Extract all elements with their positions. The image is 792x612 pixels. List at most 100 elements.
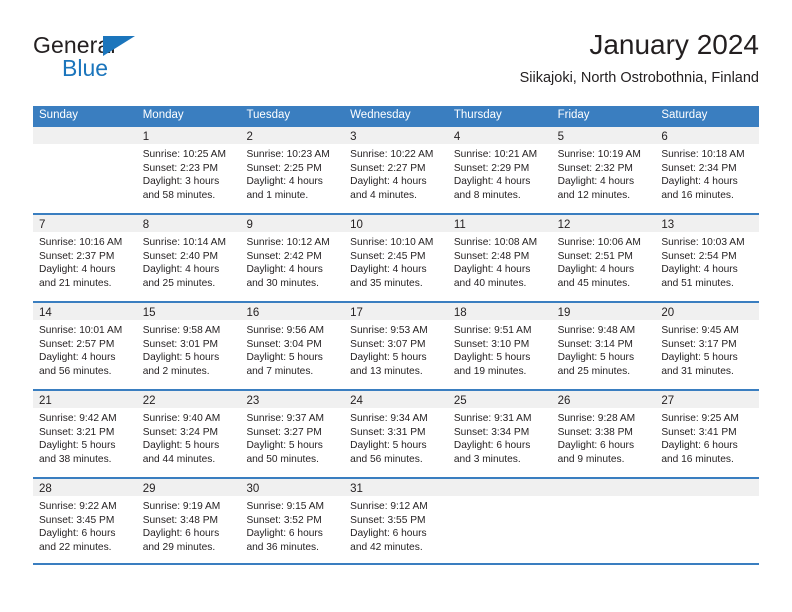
- sunrise-text: Sunrise: 9:22 AM: [39, 501, 117, 512]
- sunrise-text: Sunrise: 9:56 AM: [246, 325, 325, 336]
- day-number-band: 14: [33, 303, 137, 320]
- day-number: 1: [142, 131, 150, 143]
- day-cell-12[interactable]: 12 Sunrise: 10:06 AM Sunset: 2:51 PM Daylig…: [551, 215, 656, 301]
- daylight-text: Daylight: 5 hours: [246, 352, 323, 364]
- day-number: 15: [142, 307, 156, 319]
- day-number-band: 8: [136, 215, 241, 232]
- daylight-text: and 42 minutes.: [350, 541, 423, 553]
- day-details: Sunrise: 10:01 AM Sunset: 2:57 PM Daylight…: [33, 320, 137, 378]
- day-number-band: 10: [344, 215, 448, 232]
- day-number: 9: [246, 219, 253, 231]
- daylight-text: Daylight: 4 hours: [453, 264, 531, 276]
- day-cell-27[interactable]: 27 Sunrise: 9:25 AM Sunset: 3:41 PM Dayligh…: [655, 391, 760, 477]
- day-cell-25[interactable]: 25 Sunrise: 9:31 AM Sunset: 3:34 PM Dayligh…: [447, 391, 552, 477]
- logo-triangle-icon: [103, 36, 135, 56]
- day-number-band: [655, 479, 760, 496]
- daylight-text: and 30 minutes.: [246, 277, 319, 289]
- day-cell-13[interactable]: 13 Sunrise: 10:03 AM Sunset: 2:54 PM Daylig…: [655, 215, 760, 301]
- daylight-text: Daylight: 4 hours: [661, 264, 738, 276]
- day-cell-4[interactable]: 4 Sunrise: 10:21 AM Sunset: 2:29 PM Dayligh…: [447, 127, 552, 213]
- daylight-text: and 25 minutes.: [557, 365, 631, 377]
- day-details: Sunrise: 9:37 AM Sunset: 3:27 PM Daylight:…: [240, 408, 344, 466]
- sunset-text: Sunset: 2:23 PM: [142, 162, 219, 174]
- day-number-band: 2: [240, 127, 345, 144]
- daylight-text: Daylight: 4 hours: [557, 264, 635, 276]
- daylight-text: and 8 minutes.: [453, 189, 521, 201]
- day-cell-3[interactable]: 3 Sunrise: 10:22 AM Sunset: 2:27 PM Dayligh…: [344, 127, 448, 213]
- day-details: [33, 144, 137, 148]
- sunrise-text: Sunrise: 9:53 AM: [350, 325, 428, 336]
- day-cell-17[interactable]: 17 Sunrise: 9:53 AM Sunset: 3:07 PM Dayligh…: [344, 303, 448, 389]
- day-cell-2[interactable]: 2 Sunrise: 10:23 AM Sunset: 2:25 PM Dayligh…: [240, 127, 345, 213]
- day-number: 20: [661, 307, 675, 319]
- page-subtitle: Siikajoki, North Ostrobothnia, Finland: [519, 70, 759, 86]
- day-details: [655, 496, 759, 500]
- day-details: Sunrise: 10:25 AM Sunset: 2:23 PM Daylight…: [137, 144, 241, 202]
- calendar-week-row: 1 Sunrise: 10:25 AM Sunset: 2:23 PM Dayligh…: [33, 125, 760, 213]
- day-cell-30[interactable]: 30 Sunrise: 9:15 AM Sunset: 3:52 PM Dayligh…: [240, 479, 345, 563]
- day-cell-15[interactable]: 15 Sunrise: 9:58 AM Sunset: 3:01 PM Dayligh…: [136, 303, 241, 389]
- sunrise-text: Sunrise: 10:23 AM: [246, 149, 330, 160]
- sunset-text: Sunset: 2:42 PM: [246, 250, 322, 262]
- day-number-band: 9: [240, 215, 345, 232]
- sunset-text: Sunset: 3:31 PM: [350, 426, 426, 438]
- daylight-text: and 56 minutes.: [350, 453, 423, 465]
- sunrise-text: Sunrise: 9:51 AM: [453, 325, 532, 336]
- day-cell-26[interactable]: 26 Sunrise: 9:28 AM Sunset: 3:38 PM Dayligh…: [551, 391, 656, 477]
- daylight-text: Daylight: 5 hours: [661, 352, 738, 364]
- sunrise-text: Sunrise: 9:40 AM: [142, 413, 221, 424]
- sunrise-text: Sunrise: 10:16 AM: [39, 237, 123, 248]
- day-details: Sunrise: 10:08 AM Sunset: 2:48 PM Daylight…: [448, 232, 552, 290]
- day-cell-7[interactable]: 7 Sunrise: 10:16 AM Sunset: 2:37 PM Dayligh…: [33, 215, 137, 301]
- logo-text-blue: Blue: [62, 55, 109, 81]
- daylight-text: and 45 minutes.: [557, 277, 631, 289]
- daylight-text: and 7 minutes.: [246, 365, 314, 377]
- weekday-header-sunday: Sunday: [39, 109, 79, 121]
- day-cell-18[interactable]: 18 Sunrise: 9:51 AM Sunset: 3:10 PM Dayligh…: [447, 303, 552, 389]
- sunset-text: Sunset: 3:10 PM: [453, 338, 530, 350]
- sunset-text: Sunset: 2:54 PM: [661, 250, 737, 262]
- day-number: 21: [39, 395, 52, 407]
- day-cell-14[interactable]: 14 Sunrise: 10:01 AM Sunset: 2:57 PM Daylig…: [33, 303, 137, 389]
- sunrise-text: Sunrise: 9:15 AM: [246, 501, 325, 512]
- day-cell-29[interactable]: 29 Sunrise: 9:19 AM Sunset: 3:48 PM Dayligh…: [136, 479, 241, 563]
- calendar-week-row: 7 Sunrise: 10:16 AM Sunset: 2:37 PM Dayligh…: [33, 213, 760, 301]
- daylight-text: and 44 minutes.: [142, 453, 216, 465]
- day-cell-8[interactable]: 8 Sunrise: 10:14 AM Sunset: 2:40 PM Dayligh…: [136, 215, 241, 301]
- day-cell-31[interactable]: 31 Sunrise: 9:12 AM Sunset: 3:55 PM Dayligh…: [344, 479, 448, 563]
- day-cell-5[interactable]: 5 Sunrise: 10:19 AM Sunset: 2:32 PM Dayligh…: [551, 127, 656, 213]
- day-details: Sunrise: 9:19 AM Sunset: 3:48 PM Daylight:…: [137, 496, 241, 554]
- day-number-band: 25: [447, 391, 552, 408]
- daylight-text: Daylight: 6 hours: [142, 528, 220, 540]
- daylight-text: Daylight: 5 hours: [350, 352, 427, 364]
- day-cell-28[interactable]: 28 Sunrise: 9:22 AM Sunset: 3:45 PM Dayligh…: [33, 479, 137, 563]
- day-number-band: 29: [136, 479, 241, 496]
- day-cell-16[interactable]: 16 Sunrise: 9:56 AM Sunset: 3:04 PM Dayligh…: [240, 303, 345, 389]
- day-cell-6[interactable]: 6 Sunrise: 10:18 AM Sunset: 2:34 PM Dayligh…: [655, 127, 760, 213]
- sunrise-text: Sunrise: 10:21 AM: [453, 149, 538, 160]
- weekday-header-friday: Friday: [557, 109, 590, 121]
- day-cell-24[interactable]: 24 Sunrise: 9:34 AM Sunset: 3:31 PM Dayligh…: [344, 391, 448, 477]
- day-cell-20[interactable]: 20 Sunrise: 9:45 AM Sunset: 3:17 PM Dayligh…: [655, 303, 760, 389]
- day-details: [448, 496, 552, 500]
- day-cell-21[interactable]: 21 Sunrise: 9:42 AM Sunset: 3:21 PM Dayligh…: [33, 391, 137, 477]
- day-number-band: 19: [551, 303, 656, 320]
- sunrise-text: Sunrise: 9:34 AM: [350, 413, 428, 424]
- daylight-text: and 16 minutes.: [661, 453, 734, 465]
- day-cell-1[interactable]: 1 Sunrise: 10:25 AM Sunset: 2:23 PM Dayligh…: [136, 127, 241, 213]
- day-cell-11[interactable]: 11 Sunrise: 10:08 AM Sunset: 2:48 PM Daylig…: [447, 215, 552, 301]
- day-cell-22[interactable]: 22 Sunrise: 9:40 AM Sunset: 3:24 PM Dayligh…: [136, 391, 241, 477]
- day-details: Sunrise: 10:16 AM Sunset: 2:37 PM Daylight…: [33, 232, 137, 290]
- day-cell-empty: [33, 127, 137, 213]
- day-cell-23[interactable]: 23 Sunrise: 9:37 AM Sunset: 3:27 PM Dayligh…: [240, 391, 345, 477]
- sunset-text: Sunset: 3:17 PM: [661, 338, 737, 350]
- sunrise-text: Sunrise: 10:06 AM: [557, 237, 641, 248]
- day-cell-9[interactable]: 9 Sunrise: 10:12 AM Sunset: 2:42 PM Dayligh…: [240, 215, 345, 301]
- sunset-text: Sunset: 3:45 PM: [39, 514, 115, 526]
- day-details: Sunrise: 9:22 AM Sunset: 3:45 PM Daylight:…: [33, 496, 137, 554]
- sunrise-text: Sunrise: 9:37 AM: [246, 413, 325, 424]
- day-number: 29: [142, 483, 156, 495]
- sunrise-text: Sunrise: 10:10 AM: [350, 237, 434, 248]
- day-cell-10[interactable]: 10 Sunrise: 10:10 AM Sunset: 2:45 PM Daylig…: [344, 215, 448, 301]
- day-cell-19[interactable]: 19 Sunrise: 9:48 AM Sunset: 3:14 PM Dayligh…: [551, 303, 656, 389]
